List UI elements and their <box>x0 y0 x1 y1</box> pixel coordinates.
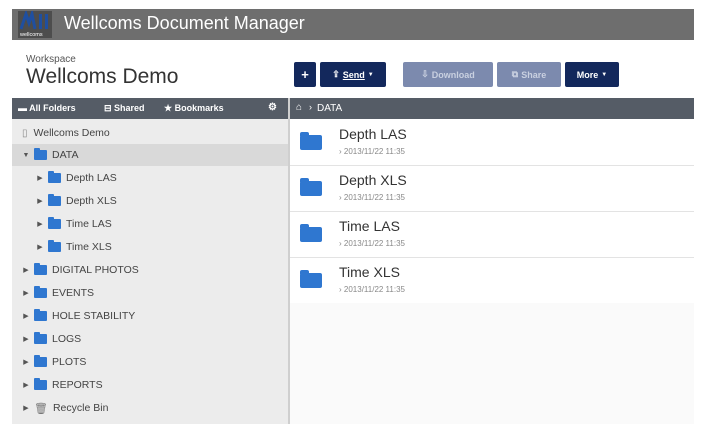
folder-icon <box>34 148 47 160</box>
caret-right-icon[interactable]: ▶ <box>36 197 44 205</box>
tree-item-events[interactable]: ▶ EVENTS <box>22 282 94 304</box>
caret-right-icon[interactable]: ▶ <box>36 174 44 182</box>
tree-item-digital-photos[interactable]: ▶ DIGITAL PHOTOS <box>22 259 139 281</box>
tree-item-label: DIGITAL PHOTOS <box>52 264 139 276</box>
list-empty-area <box>290 303 694 424</box>
more-button[interactable]: More ▼ <box>565 62 619 87</box>
sidebar-tabs: ▬ All Folders ⊟ Shared ★ Bookmarks ⚙ <box>12 98 288 119</box>
caret-right-icon[interactable]: ▶ <box>36 220 44 228</box>
add-label: + <box>301 67 309 82</box>
breadcrumb: ⌂ › DATA <box>290 98 694 119</box>
file-name[interactable]: Depth LAS <box>339 126 407 142</box>
tree-item-depth-xls[interactable]: ▶ Depth XLS <box>36 190 117 212</box>
caret-right-icon[interactable]: ▶ <box>22 358 30 366</box>
tree-item-time-xls[interactable]: ▶ Time XLS <box>36 236 112 258</box>
folder-icon <box>34 355 47 367</box>
folder-icon <box>48 240 61 252</box>
chevron-right-icon: › <box>309 102 312 112</box>
send-button[interactable]: ⇪ Send ▼ <box>320 62 386 87</box>
title-bar: wellcoms Wellcoms Document Manager <box>12 9 694 40</box>
tab-shared[interactable]: ⊟ Shared <box>104 103 145 114</box>
file-date: › 2013/11/22 11:35 <box>339 239 405 248</box>
caret-right-icon[interactable]: ▶ <box>22 289 30 297</box>
tree-item-time-las[interactable]: ▶ Time LAS <box>36 213 112 235</box>
tree-item-label: HOLE STABILITY <box>52 310 136 322</box>
caret-right-icon[interactable]: ▶ <box>36 243 44 251</box>
download-button[interactable]: ⇩ Download <box>403 62 493 87</box>
caret-right-icon[interactable]: ▶ <box>22 335 30 343</box>
list-item[interactable]: Depth LAS › 2013/11/22 11:35 <box>290 120 694 166</box>
share-icon: ⧉ <box>511 69 519 79</box>
tab-all-folders[interactable]: ▬ All Folders <box>18 103 76 113</box>
folder-icon <box>34 332 47 344</box>
tree-item-label: Depth XLS <box>66 195 117 207</box>
tree-item-label: DATA <box>52 149 79 161</box>
file-date: › 2013/11/22 11:35 <box>339 147 405 156</box>
tree-item-reports[interactable]: ▶ REPORTS <box>22 374 103 396</box>
caret-right-icon[interactable]: ▶ <box>22 312 30 320</box>
download-icon: ⇩ <box>421 69 429 79</box>
chevron-down-icon: ▼ <box>367 71 374 78</box>
folder-icon <box>34 309 47 321</box>
folder-icon <box>48 217 61 229</box>
folder-icon <box>48 194 61 206</box>
workspace-name: Wellcoms Demo <box>26 65 179 88</box>
folder-icon <box>300 178 322 196</box>
list-item[interactable]: Depth XLS › 2013/11/22 11:35 <box>290 166 694 212</box>
download-label: Download <box>431 69 475 80</box>
add-button[interactable]: + <box>294 62 316 87</box>
tree-root[interactable]: ▯ Wellcoms Demo <box>22 122 110 144</box>
caret-down-icon[interactable]: ▼ <box>22 152 30 159</box>
tree-item-label: Time LAS <box>66 218 112 230</box>
file-date: › 2013/11/22 11:35 <box>339 193 405 202</box>
list-item[interactable]: Time LAS › 2013/11/22 11:35 <box>290 212 694 258</box>
send-label: Send <box>342 69 365 80</box>
breadcrumb-current[interactable]: DATA <box>317 103 342 114</box>
tree-item-label: PLOTS <box>52 356 87 368</box>
workspace-label: Workspace <box>26 54 76 65</box>
folder-icon <box>34 378 47 390</box>
app-title: Wellcoms Document Manager <box>64 13 305 33</box>
folder-icon <box>300 224 322 242</box>
file-name[interactable]: Time XLS <box>339 264 400 280</box>
tree-item-recycle-bin[interactable]: ▶ 🗑 Recycle Bin <box>22 397 108 419</box>
tree-item-label: Recycle Bin <box>52 402 109 414</box>
tree-item-hole-stability[interactable]: ▶ HOLE STABILITY <box>22 305 135 327</box>
caret-right-icon[interactable]: ▶ <box>22 381 30 389</box>
tree-item-depth-las[interactable]: ▶ Depth LAS <box>36 167 117 189</box>
wellcoms-logo: wellcoms <box>18 11 52 38</box>
home-icon[interactable]: ⌂ <box>296 102 302 113</box>
share-label: Share <box>521 69 547 80</box>
folder-icon <box>48 171 61 183</box>
more-label: More <box>576 69 599 80</box>
svg-text:wellcoms: wellcoms <box>19 32 43 38</box>
file-name[interactable]: Time LAS <box>339 218 400 234</box>
tree-item-label: REPORTS <box>52 379 103 391</box>
tree-item-logs[interactable]: ▶ LOGS <box>22 328 81 350</box>
trash-icon: 🗑 <box>34 402 48 415</box>
tree-item-label: LOGS <box>52 333 82 345</box>
send-icon: ⇪ <box>332 69 340 79</box>
tree-item-data[interactable]: ▼ DATA <box>12 144 288 166</box>
folder-icon <box>34 286 47 298</box>
folder-tree: ▯ Wellcoms Demo ▼ DATA ▶ Depth LAS ▶ Dep… <box>12 119 288 424</box>
root-icon: ▯ <box>22 127 28 139</box>
file-date: › 2013/11/22 11:35 <box>339 285 405 294</box>
caret-right-icon[interactable]: ▶ <box>22 404 30 412</box>
folder-icon <box>300 132 322 150</box>
folder-icon <box>300 270 322 288</box>
tree-root-label: Wellcoms Demo <box>33 127 110 139</box>
gear-icon[interactable]: ⚙ <box>268 102 277 113</box>
file-name[interactable]: Depth XLS <box>339 172 407 188</box>
folder-icon <box>34 263 47 275</box>
share-button[interactable]: ⧉ Share <box>497 62 561 87</box>
tree-item-label: Depth LAS <box>66 172 117 184</box>
chevron-down-icon: ▼ <box>601 71 608 78</box>
tree-item-label: Time XLS <box>66 241 112 253</box>
tree-item-plots[interactable]: ▶ PLOTS <box>22 351 86 373</box>
tab-bookmarks[interactable]: ★ Bookmarks <box>164 103 224 114</box>
caret-right-icon[interactable]: ▶ <box>22 266 30 274</box>
tree-item-label: EVENTS <box>52 287 95 299</box>
list-item[interactable]: Time XLS › 2013/11/22 11:35 <box>290 258 694 304</box>
